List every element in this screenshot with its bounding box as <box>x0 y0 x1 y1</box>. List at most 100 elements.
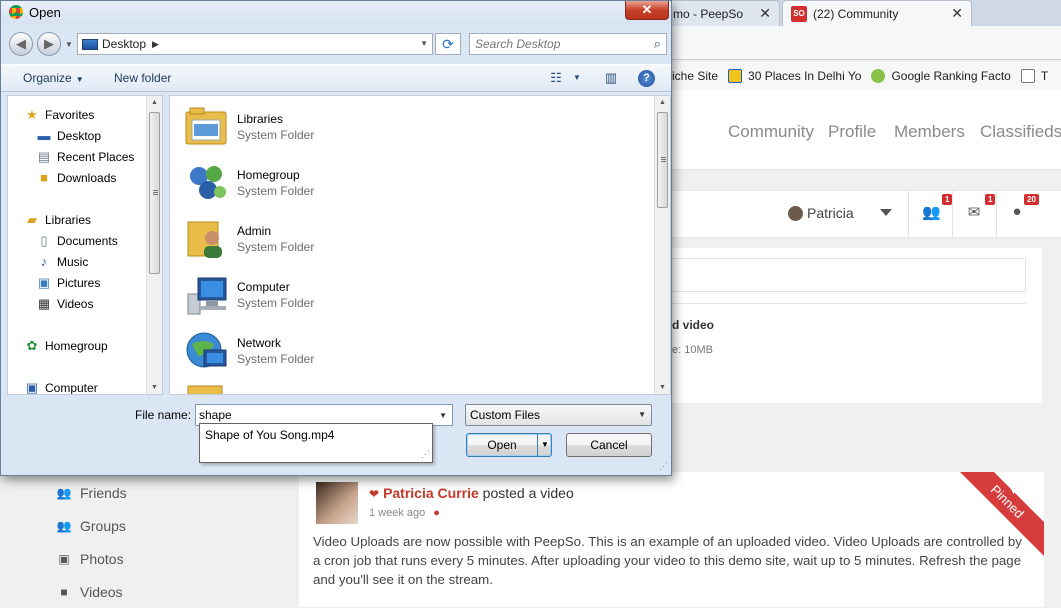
post-author[interactable]: Patricia Currie <box>383 485 479 501</box>
tree-item-label: Computer <box>45 380 98 395</box>
open-button[interactable]: Open ▼ <box>466 433 552 457</box>
recent-locations-icon[interactable]: ▼ <box>65 40 73 49</box>
file-item-computer[interactable]: Computer System Folder <box>182 270 482 320</box>
sidebar-item-label: Friends <box>80 484 127 501</box>
open-file-dialog: Open ✕ ◀ ▶ ▼ Desktop ▶ ▼ ⟳ ⌕ Organize▼ N… <box>0 0 672 476</box>
friends-icon[interactable]: 👥 <box>922 203 941 221</box>
preview-pane-icon[interactable]: ▥ <box>602 70 620 86</box>
tab-community[interactable]: SO (22) Community ✕ <box>782 0 972 26</box>
search-input[interactable] <box>470 34 640 54</box>
search-icon[interactable]: ⌕ <box>654 36 661 52</box>
back-button[interactable]: ◀ <box>9 32 33 56</box>
divider <box>908 191 909 239</box>
folder-icon <box>187 385 223 394</box>
chevron-down-icon[interactable] <box>880 209 892 216</box>
tree-item-homegroup[interactable]: ✿ Homegroup <box>24 336 108 355</box>
user-menu[interactable]: Patricia <box>788 205 854 221</box>
resize-grip-icon[interactable]: ⋰ <box>659 461 668 472</box>
change-view-icon[interactable]: ☷ <box>547 70 565 86</box>
chevron-down-icon[interactable]: ▼ <box>541 434 549 456</box>
tree-item-downloads[interactable]: ■ Downloads <box>36 168 116 187</box>
music-icon: ♪ <box>40 253 48 269</box>
user-name: Patricia <box>807 205 854 221</box>
avatar[interactable] <box>316 482 358 524</box>
scrollbar[interactable]: ▲ ▼ <box>146 96 162 394</box>
divider <box>952 191 953 239</box>
post-time[interactable]: 1 week ago <box>369 507 425 519</box>
file-item-libraries[interactable]: Libraries System Folder <box>182 102 482 152</box>
tree-item-favorites[interactable]: ★ Favorites <box>24 105 94 124</box>
refresh-button[interactable]: ⟳ <box>435 33 461 55</box>
scrollbar[interactable]: ▲ ▼ <box>654 96 670 394</box>
star-icon: ★ <box>26 106 38 122</box>
address-bar[interactable]: Desktop ▶ ▼ <box>77 33 433 55</box>
scroll-down-icon[interactable]: ▼ <box>659 384 666 391</box>
chevron-right-icon[interactable]: ▶ <box>152 39 159 50</box>
sidebar-item-label: Videos <box>80 583 123 600</box>
file-item-admin[interactable]: Admin System Folder <box>182 214 482 264</box>
envelope-icon[interactable]: ✉ <box>965 203 983 221</box>
activity-post: ❤ Patricia Currie posted a video 1 week a… <box>299 472 1044 607</box>
nav-community[interactable]: Community <box>728 122 814 142</box>
scroll-up-icon[interactable]: ▲ <box>659 99 666 106</box>
libraries-icon: ▰ <box>27 211 37 227</box>
globe-icon[interactable]: ● <box>1008 203 1026 221</box>
sidebar-item-friends[interactable]: 👥 Friends <box>56 476 256 509</box>
chevron-down-icon[interactable]: ▼ <box>1009 486 1018 496</box>
nav-members[interactable]: Members <box>894 122 965 142</box>
file-item-homegroup[interactable]: Homegroup System Folder <box>182 158 482 208</box>
file-type-select[interactable]: Custom Files ▼ <box>465 404 652 426</box>
chevron-down-icon[interactable]: ▼ <box>439 411 447 420</box>
desktop-icon: ▬ <box>37 127 51 143</box>
resize-grip-icon[interactable]: ⋰ <box>421 449 430 460</box>
sidebar-item-photos[interactable]: ▣ Photos <box>56 542 256 575</box>
post-input[interactable] <box>672 258 1026 292</box>
tree-item-desktop[interactable]: ▬ Desktop <box>36 126 102 145</box>
sidebar-item-groups[interactable]: 👥 Groups <box>56 509 256 542</box>
tab-peepso-demo[interactable]: mo - PeepSo ✕ <box>664 0 780 26</box>
pictures-icon: ▣ <box>37 274 51 290</box>
tree-item-pictures[interactable]: ▣ Pictures <box>36 273 101 292</box>
chevron-down-icon[interactable]: ▼ <box>568 73 586 89</box>
sidebar-item-videos[interactable]: ■ Videos <box>56 575 256 608</box>
scroll-down-icon[interactable]: ▼ <box>151 384 158 391</box>
help-icon[interactable]: ? <box>638 70 655 87</box>
file-name-input[interactable] <box>196 405 426 425</box>
post-action: posted a video <box>482 485 574 501</box>
tab-close-icon[interactable]: ✕ <box>951 5 963 22</box>
tree-item-computer[interactable]: ▣ Computer <box>24 378 98 395</box>
scroll-thumb[interactable] <box>657 112 668 208</box>
bookmark-item[interactable]: Google Ranking Facto <box>871 69 1011 83</box>
tree-item-videos[interactable]: ▦ Videos <box>36 294 94 313</box>
peepso-favicon: SO <box>791 5 807 22</box>
bookmark-item[interactable]: iche Site <box>672 69 718 83</box>
forward-button[interactable]: ▶ <box>37 32 61 56</box>
file-type: System Folder <box>237 184 315 198</box>
friends-badge: 1 <box>942 194 953 205</box>
file-type-value: Custom Files <box>470 408 541 422</box>
bookmark-item[interactable]: 30 Places In Delhi Yo <box>728 69 861 83</box>
notifications-badge: 20 <box>1024 194 1039 205</box>
close-button[interactable]: ✕ <box>625 1 669 20</box>
dialog-titlebar[interactable]: Open ✕ <box>1 1 671 25</box>
chevron-down-icon[interactable]: ▼ <box>420 39 428 48</box>
bookmarks-bar: iche Site 30 Places In Delhi Yo Google R… <box>672 62 1061 90</box>
bookmark-item[interactable]: T <box>1020 69 1048 83</box>
tree-item-documents[interactable]: ▯ Documents <box>36 231 117 250</box>
groups-icon: 👥 <box>56 518 72 533</box>
file-type: System Folder <box>237 240 315 254</box>
tree-item-libraries[interactable]: ▰ Libraries <box>24 210 91 229</box>
scroll-up-icon[interactable]: ▲ <box>151 99 158 106</box>
organize-button[interactable]: Organize ▼ <box>23 71 84 85</box>
tree-item-music[interactable]: ♪ Music <box>36 252 89 271</box>
nav-profile[interactable]: Profile <box>828 122 876 142</box>
new-folder-button[interactable]: New folder <box>114 71 171 85</box>
tab-close-icon[interactable]: ✕ <box>759 5 771 22</box>
file-item-partial[interactable] <box>182 378 482 394</box>
tree-item-recent-places[interactable]: ▤ Recent Places <box>36 147 135 166</box>
nav-classifieds[interactable]: Classifieds <box>980 122 1061 142</box>
autocomplete-item[interactable]: Shape of You Song.mp4 <box>205 428 334 442</box>
file-item-network[interactable]: Network System Folder <box>182 326 482 376</box>
cancel-button[interactable]: Cancel <box>566 433 652 457</box>
scroll-thumb[interactable] <box>149 112 160 274</box>
